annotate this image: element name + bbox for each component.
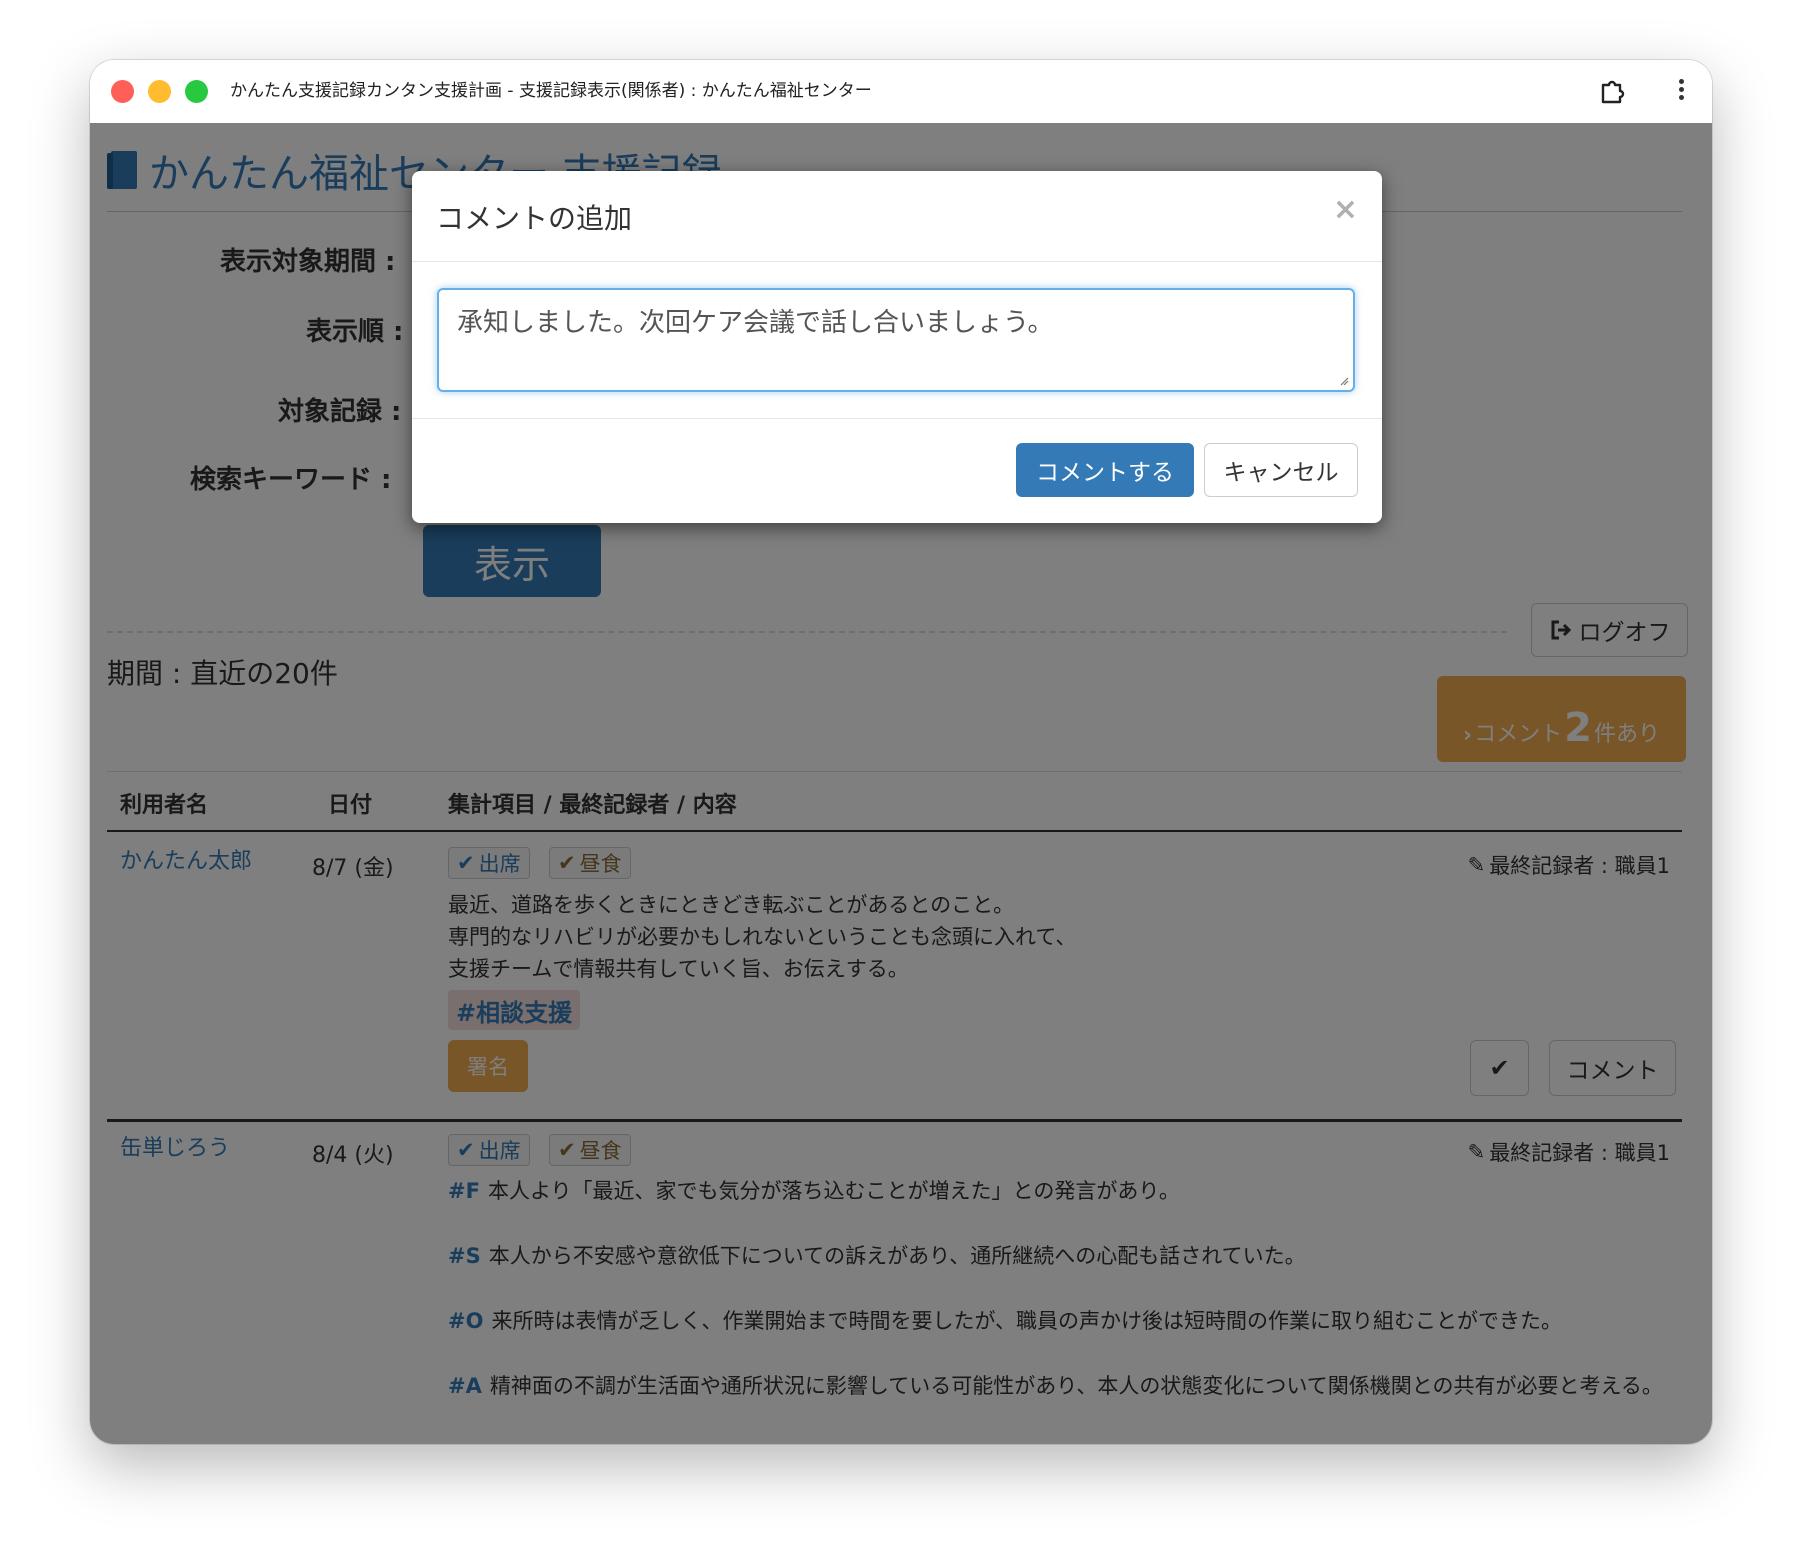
close-window-button[interactable] bbox=[111, 80, 134, 103]
add-comment-dialog: コメントの追加 × 承知しました。次回ケア会議で話し合いましょう。 コメントする… bbox=[412, 171, 1382, 523]
dialog-header-divider bbox=[412, 261, 1382, 262]
dialog-title: コメントの追加 bbox=[436, 202, 633, 235]
comment-textarea[interactable]: 承知しました。次回ケア会議で話し合いましょう。 bbox=[437, 288, 1355, 392]
close-icon[interactable]: × bbox=[1333, 195, 1358, 225]
minimize-window-button[interactable] bbox=[148, 80, 171, 103]
maximize-window-button[interactable] bbox=[185, 80, 208, 103]
resize-grip-icon[interactable] bbox=[1339, 376, 1349, 386]
comment-text: 承知しました。次回ケア会議で話し合いましょう。 bbox=[457, 308, 1054, 338]
window-title: かんたん支援記録カンタン支援計画 - 支援記録表示(関係者) : かんたん福祉セ… bbox=[230, 81, 872, 101]
more-menu-icon[interactable] bbox=[1674, 76, 1688, 106]
submit-comment-button[interactable]: コメントする bbox=[1016, 443, 1194, 497]
extension-icon[interactable] bbox=[1598, 76, 1628, 106]
title-bar: かんたん支援記録カンタン支援計画 - 支援記録表示(関係者) : かんたん福祉セ… bbox=[90, 60, 1712, 124]
browser-window: かんたん支援記録カンタン支援計画 - 支援記録表示(関係者) : かんたん福祉セ… bbox=[90, 60, 1712, 1444]
dialog-footer-divider bbox=[412, 418, 1382, 419]
cancel-button[interactable]: キャンセル bbox=[1204, 443, 1358, 497]
